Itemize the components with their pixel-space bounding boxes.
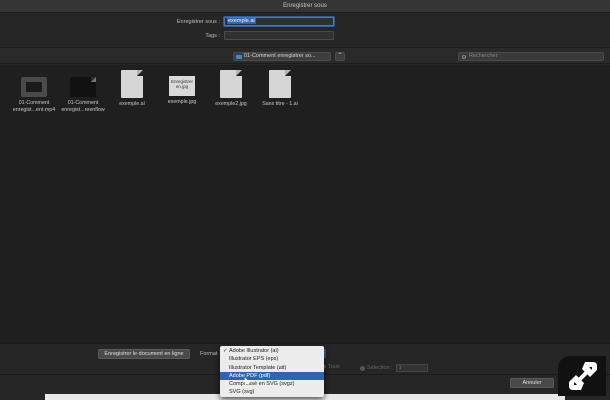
thumbnail-text: Enregistrer en.jpg bbox=[170, 79, 193, 89]
format-option-eps[interactable]: Illustrator EPS (eps) bbox=[220, 355, 324, 363]
format-option-svg[interactable]: SVG (svg) bbox=[220, 388, 324, 396]
save-as-dialog: Enregistrer sous Enregistrer sous : exem… bbox=[0, 0, 610, 400]
save-as-row: Enregistrer sous : exemple.ai bbox=[170, 17, 334, 26]
chevron-up-icon: ⌃ bbox=[337, 53, 343, 59]
folder-icon bbox=[236, 54, 242, 59]
location-toolbar: 01-Comment enregistrer so... ⌃ Recherche… bbox=[0, 47, 610, 64]
file-browser: 01-Comment enregist...ent.mp4 01-Comment e… bbox=[0, 65, 610, 343]
radio-icon bbox=[360, 365, 365, 371]
file-name: 01-Comment enregist...reenflow bbox=[61, 100, 105, 113]
save-as-input[interactable]: exemple.ai bbox=[224, 17, 334, 26]
file-name: 01-Comment enregist...ent.mp4 bbox=[12, 100, 56, 113]
file-name: Sans titre - 1.ai bbox=[262, 101, 298, 107]
file-item[interactable]: 01-Comment enregist...reenflow bbox=[58, 71, 108, 114]
selection-label: Sélection : bbox=[367, 365, 393, 371]
document-file-icon bbox=[220, 70, 242, 98]
format-option-ait[interactable]: Illustrator Template (ait) bbox=[220, 364, 324, 372]
screenflow-file-icon bbox=[70, 77, 96, 97]
video-file-icon bbox=[21, 77, 47, 97]
tags-input[interactable] bbox=[224, 31, 334, 40]
save-as-label: Enregistrer sous : bbox=[176, 18, 220, 25]
file-item[interactable]: Sans titre - 1.ai bbox=[255, 70, 305, 108]
expand-dialog-button[interactable]: ⌃ bbox=[335, 52, 345, 61]
file-item[interactable]: exemple2.jpg bbox=[206, 70, 256, 108]
format-label: Format bbox=[200, 351, 218, 357]
document-file-icon bbox=[269, 70, 291, 98]
search-placeholder: Rechercher bbox=[469, 53, 498, 59]
file-item[interactable]: exemple.ai bbox=[107, 70, 157, 108]
document-file-icon bbox=[121, 70, 143, 98]
link-logo-icon bbox=[569, 362, 597, 390]
file-name: exemple.ai bbox=[119, 101, 145, 107]
file-name: exemple2.jpg bbox=[215, 101, 247, 107]
format-option-svgz[interactable]: Compressé en SVG (svgz) bbox=[220, 380, 324, 388]
image-file-icon: Enregistrer en.jpg bbox=[169, 76, 195, 96]
location-label: 01-Comment enregistrer so... bbox=[244, 53, 316, 59]
format-menu: Adobe Illustrator (ai) Illustrator EPS (… bbox=[220, 346, 324, 397]
tags-label: Tags : bbox=[205, 32, 220, 39]
selection-range-input[interactable]: 1 bbox=[395, 364, 428, 372]
file-item[interactable]: Enregistrer en.jpg exemple.jpg bbox=[157, 70, 207, 106]
window-title: Enregistrer sous bbox=[0, 0, 610, 13]
save-online-button[interactable]: Enregistrer le document en ligne bbox=[98, 349, 190, 359]
search-input[interactable]: Rechercher bbox=[458, 52, 604, 61]
format-option-pdf[interactable]: Adobe PDF (pdf) bbox=[220, 371, 324, 381]
format-option-ai[interactable]: Adobe Illustrator (ai) bbox=[220, 347, 324, 355]
save-as-value: exemple.ai bbox=[227, 18, 256, 24]
search-icon bbox=[462, 54, 466, 59]
location-popup[interactable]: 01-Comment enregistrer so... bbox=[233, 52, 331, 61]
tags-row: Tags : bbox=[170, 31, 334, 40]
file-item[interactable]: 01-Comment enregist...ent.mp4 bbox=[9, 71, 59, 114]
file-name: exemple.jpg bbox=[167, 99, 197, 105]
range-selection-option[interactable]: Sélection : 1 bbox=[360, 364, 428, 372]
cancel-button[interactable]: Annuler bbox=[510, 378, 554, 388]
